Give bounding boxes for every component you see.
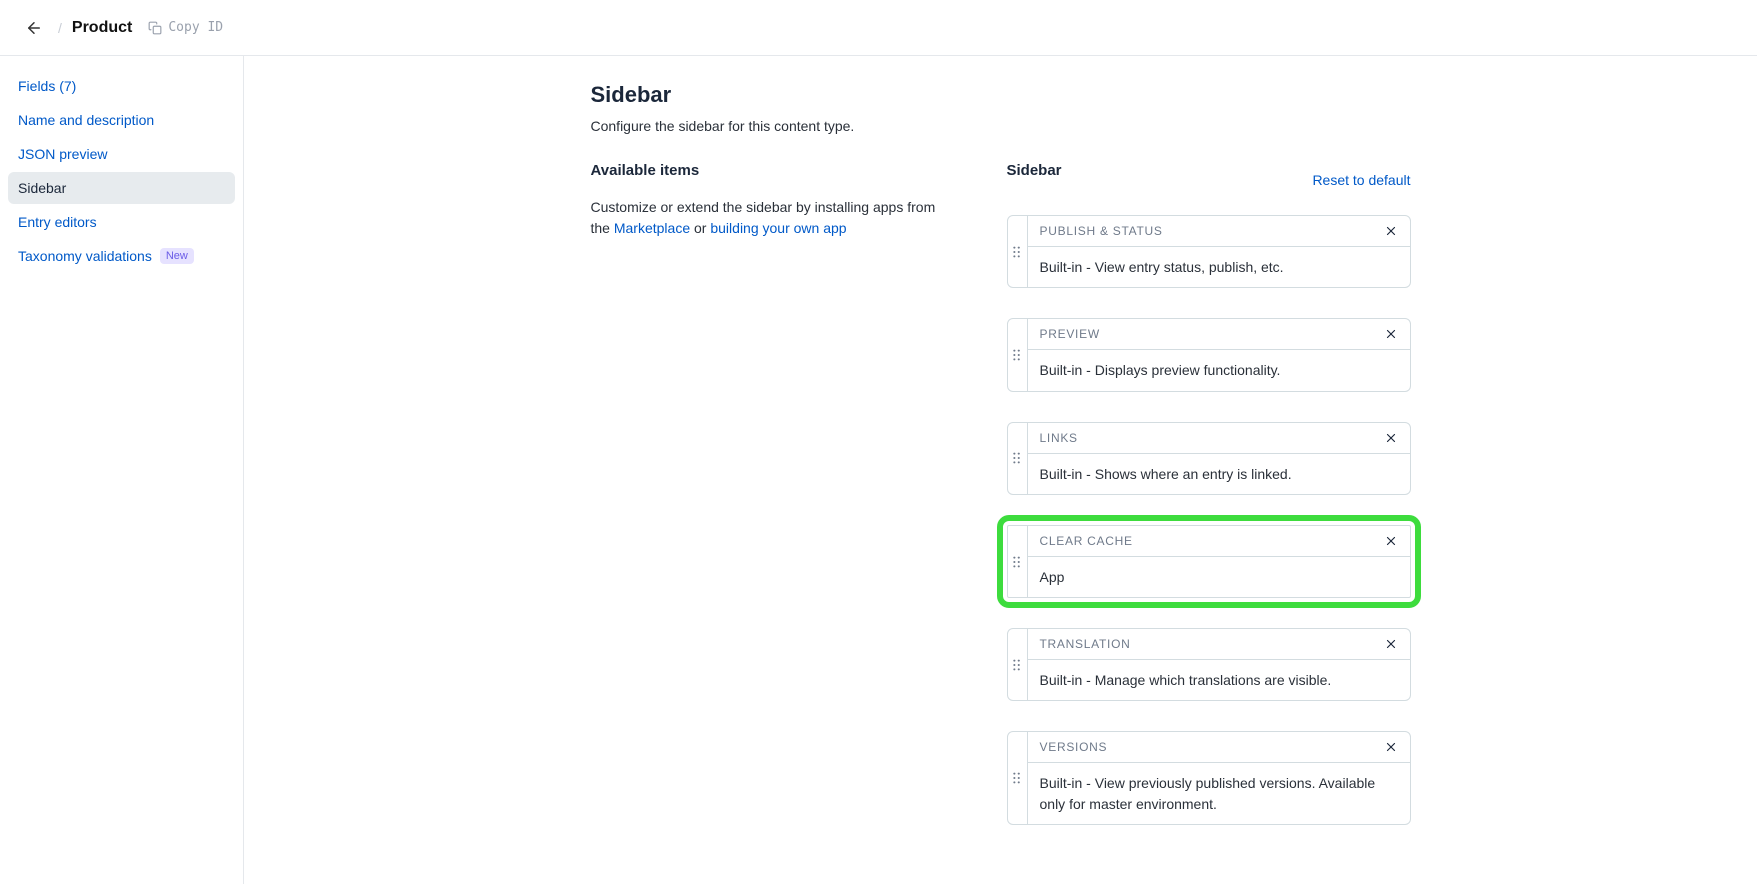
widget-title: LINKS [1040, 431, 1078, 445]
drag-icon [1012, 771, 1022, 785]
available-items-heading: Available items [591, 162, 951, 179]
drag-icon [1012, 348, 1022, 362]
available-items-text: Customize or extend the sidebar by insta… [591, 197, 951, 239]
page-title: Product [72, 19, 132, 37]
sidebar-widget: VERSIONS Built-in - View previously publi… [1007, 731, 1411, 825]
main-content: Sidebar Configure the sidebar for this c… [244, 56, 1757, 884]
available-items-column: Available items Customize or extend the … [591, 162, 951, 855]
sidebar-widget: PUBLISH & STATUS Built-in - View entry st… [1007, 215, 1411, 288]
remove-widget-button[interactable] [1384, 431, 1398, 445]
widget-title: CLEAR CACHE [1040, 534, 1133, 548]
build-app-link[interactable]: building your own app [710, 220, 846, 236]
sidebar-config-column: Sidebar Reset to default PUBLISH & STATU… [1007, 162, 1411, 855]
reset-to-default-link[interactable]: Reset to default [1312, 172, 1410, 188]
sidebar-config-heading: Sidebar [1007, 162, 1062, 179]
nav-item[interactable]: Entry editors [8, 206, 235, 238]
copy-id-label: Copy ID [168, 20, 223, 35]
widget-description: Built-in - Manage which translations are… [1028, 660, 1410, 700]
arrow-left-icon [25, 19, 43, 37]
nav-item[interactable]: Fields (7) [8, 70, 235, 102]
nav-item-label: Taxonomy validations [18, 248, 152, 264]
remove-widget-button[interactable] [1384, 224, 1398, 238]
nav-item-label: Sidebar [18, 180, 66, 196]
widget-description: Built-in - View previously published ver… [1028, 763, 1410, 824]
close-icon [1384, 534, 1398, 548]
widget-title: VERSIONS [1040, 740, 1108, 754]
nav-item[interactable]: Name and description [8, 104, 235, 136]
nav-item[interactable]: Taxonomy validations New [8, 240, 235, 272]
marketplace-link[interactable]: Marketplace [614, 220, 690, 236]
left-nav: Fields (7) Name and description JSON previ… [0, 56, 244, 884]
nav-item-label: JSON preview [18, 146, 107, 162]
available-text-or: or [690, 220, 710, 236]
drag-handle[interactable] [1008, 319, 1028, 390]
drag-icon [1012, 658, 1022, 672]
drag-icon [1012, 555, 1022, 569]
sidebar-widget: PREVIEW Built-in - Displays preview funct… [1007, 318, 1411, 391]
sidebar-widget: LINKS Built-in - Shows where an entry is … [1007, 422, 1411, 495]
content-heading: Sidebar [591, 82, 1411, 108]
copy-icon [148, 21, 162, 35]
widget-description: App [1028, 557, 1410, 597]
widget-title: PUBLISH & STATUS [1040, 224, 1163, 238]
drag-handle[interactable] [1008, 629, 1028, 700]
nav-item[interactable]: Sidebar [8, 172, 235, 204]
drag-handle[interactable] [1008, 732, 1028, 824]
close-icon [1384, 224, 1398, 238]
widget-title: TRANSLATION [1040, 637, 1131, 651]
copy-id-button[interactable]: Copy ID [148, 20, 223, 35]
close-icon [1384, 431, 1398, 445]
widget-description: Built-in - View entry status, publish, e… [1028, 247, 1410, 287]
close-icon [1384, 637, 1398, 651]
drag-icon [1012, 451, 1022, 465]
widget-title: PREVIEW [1040, 327, 1100, 341]
close-icon [1384, 327, 1398, 341]
nav-item-label: Fields (7) [18, 78, 76, 94]
close-icon [1384, 740, 1398, 754]
drag-icon [1012, 245, 1022, 259]
nav-item-label: Entry editors [18, 214, 97, 230]
drag-handle[interactable] [1008, 423, 1028, 494]
drag-handle[interactable] [1008, 216, 1028, 287]
drag-handle[interactable] [1008, 526, 1028, 597]
new-badge: New [160, 248, 194, 264]
breadcrumb-separator: / [58, 20, 62, 36]
remove-widget-button[interactable] [1384, 637, 1398, 651]
sidebar-widget: CLEAR CACHE App [1007, 525, 1411, 598]
nav-item-label: Name and description [18, 112, 154, 128]
sidebar-widget: TRANSLATION Built-in - Manage which trans… [1007, 628, 1411, 701]
widget-description: Built-in - Shows where an entry is linke… [1028, 454, 1410, 494]
topbar: / Product Copy ID [0, 0, 1757, 56]
widget-description: Built-in - Displays preview functionalit… [1028, 350, 1410, 390]
remove-widget-button[interactable] [1384, 740, 1398, 754]
back-button[interactable] [20, 14, 48, 42]
remove-widget-button[interactable] [1384, 534, 1398, 548]
nav-item[interactable]: JSON preview [8, 138, 235, 170]
content-subtitle: Configure the sidebar for this content t… [591, 118, 1411, 134]
remove-widget-button[interactable] [1384, 327, 1398, 341]
